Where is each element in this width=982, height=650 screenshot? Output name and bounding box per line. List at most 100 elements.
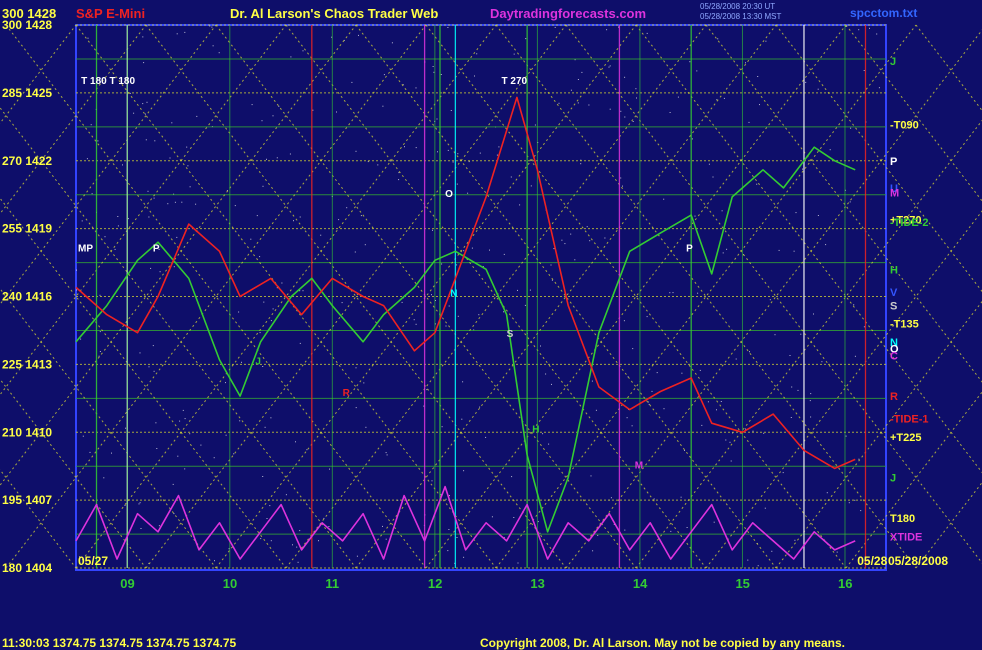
star-dot [716, 409, 717, 411]
star-dot [778, 249, 780, 251]
star-dot [528, 467, 530, 469]
star-dot [610, 497, 612, 499]
star-dot [145, 139, 147, 141]
star-dot [218, 52, 220, 54]
inline-label: S [507, 329, 514, 340]
star-dot [447, 149, 449, 151]
star-dot [436, 118, 438, 120]
star-dot [99, 351, 101, 352]
star-dot [651, 390, 653, 392]
star-dot [696, 70, 698, 72]
star-dot [391, 42, 393, 44]
star-dot [151, 293, 152, 295]
star-dot [76, 269, 77, 271]
star-dot [147, 190, 149, 192]
star-dot [699, 369, 701, 371]
star-dot [720, 401, 722, 402]
star-dot [251, 104, 253, 106]
star-dot [363, 382, 365, 384]
star-dot [233, 453, 235, 455]
y-tick-label: 225 1413 [2, 357, 52, 371]
star-dot [346, 207, 348, 209]
star-dot [259, 256, 261, 258]
star-dot [171, 122, 173, 124]
star-dot [270, 320, 272, 322]
star-dot [356, 555, 358, 557]
inline-label: O [445, 189, 453, 200]
star-dot [606, 29, 608, 31]
star-dot [577, 79, 579, 80]
star-dot [721, 210, 723, 212]
star-dot [177, 455, 179, 457]
star-dot [632, 121, 634, 122]
star-dot [723, 97, 725, 99]
star-dot [478, 314, 480, 316]
star-dot [457, 315, 459, 317]
star-dot [270, 540, 272, 542]
star-dot [829, 149, 831, 151]
star-dot [790, 417, 792, 418]
star-dot [125, 427, 127, 429]
star-dot [260, 538, 262, 540]
star-dot [749, 351, 750, 353]
star-dot [463, 470, 465, 472]
star-dot [757, 76, 759, 77]
star-dot [114, 248, 116, 250]
star-dot [826, 492, 828, 494]
star-dot [189, 433, 191, 435]
star-dot [595, 409, 597, 411]
star-dot [580, 163, 582, 165]
star-dot [365, 426, 367, 428]
star-dot [553, 248, 555, 250]
star-dot [548, 443, 550, 445]
star-dot [169, 157, 171, 159]
star-dot [529, 289, 531, 291]
star-dot [745, 62, 746, 64]
star-dot [479, 406, 481, 408]
timestamp-mst: 05/28/2008 13:30 MST [700, 12, 782, 21]
star-dot [747, 559, 749, 561]
star-dot [441, 263, 443, 265]
star-dot [467, 192, 469, 194]
star-dot [262, 185, 264, 187]
star-dot [173, 513, 175, 515]
star-dot [854, 499, 856, 501]
star-dot [431, 480, 433, 482]
star-dot [90, 124, 92, 126]
star-dot [631, 425, 633, 427]
site-link[interactable]: Daytradingforecasts.com [490, 6, 646, 21]
star-dot [103, 477, 105, 479]
star-dot [854, 355, 856, 357]
star-dot [293, 220, 294, 222]
star-dot [314, 567, 316, 569]
star-dot [624, 529, 626, 531]
top-left-price: 300 1428 [2, 6, 57, 21]
star-dot [574, 259, 576, 261]
star-dot [624, 116, 626, 118]
right-label: XTIDE [890, 531, 922, 543]
star-dot [86, 158, 88, 160]
star-dot [802, 168, 803, 170]
star-dot [525, 38, 527, 40]
star-dot [646, 316, 648, 318]
inline-label: H [532, 424, 539, 435]
star-dot [848, 502, 850, 504]
star-dot [708, 163, 710, 165]
star-dot [299, 216, 301, 218]
star-dot [167, 203, 169, 205]
star-dot [825, 244, 827, 246]
star-dot [278, 105, 280, 107]
star-dot [817, 88, 819, 90]
star-dot [545, 373, 547, 375]
inline-label: N [450, 289, 457, 300]
star-dot [385, 538, 387, 540]
star-dot [289, 153, 291, 155]
star-dot [716, 99, 718, 101]
star-dot [261, 120, 263, 122]
star-dot [672, 292, 674, 294]
star-dot [448, 529, 450, 530]
star-dot [111, 452, 112, 454]
star-dot [845, 435, 847, 437]
right-label: +T225 [890, 432, 922, 444]
star-dot [795, 212, 797, 214]
